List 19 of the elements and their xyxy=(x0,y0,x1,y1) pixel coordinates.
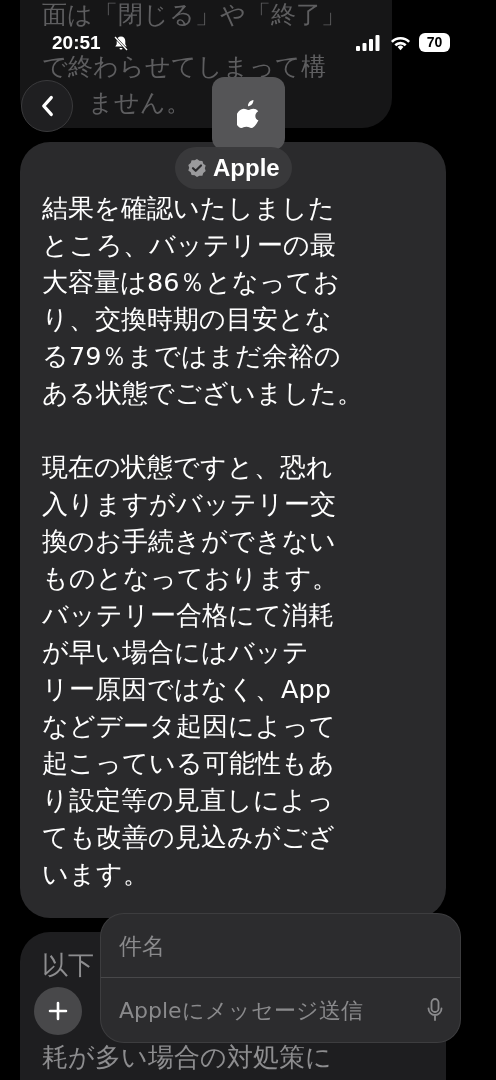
contact-name-pill[interactable]: Apple xyxy=(175,147,292,189)
battery-indicator: 70 xyxy=(419,33,450,52)
subject-field[interactable]: 件名 xyxy=(100,913,461,978)
plus-icon xyxy=(48,1001,68,1021)
status-time: 20:51 xyxy=(52,32,101,54)
contact-avatar[interactable] xyxy=(212,77,285,150)
signal-icon xyxy=(356,35,380,51)
chevron-left-icon xyxy=(39,94,55,118)
wifi-icon xyxy=(390,35,411,51)
contact-name: Apple xyxy=(213,154,280,182)
message-field[interactable]: Appleにメッセージ送信 xyxy=(100,978,461,1043)
apple-logo-icon xyxy=(236,99,261,128)
message-text: 結果を確認いたしました ところ、バッテリーの最 大容量は86％となってお り、交換時期の目安とな る79％まではまだ余裕の ある状態でございました。 xyxy=(42,192,364,410)
message-text: ません。 xyxy=(88,88,191,118)
microphone-icon[interactable] xyxy=(427,998,443,1022)
message-text: 面は「閉じる」や「終了」 xyxy=(42,0,346,30)
message-text: 以下 xyxy=(42,949,94,982)
message-text: 現在の状態ですと、恐れ 入りますがバッテリー交 換のお手続きができない ものとなっております。 バッテリー合格にて消耗 が早い場合にはバッテ リー原因ではなく、App などデータ起因によって 起こっている可能性もあ り設定等の見直しによっ ても改善の見込みがござ います。 xyxy=(42,451,339,891)
message-text: 耗が多い場合の対処策に xyxy=(42,1041,332,1074)
